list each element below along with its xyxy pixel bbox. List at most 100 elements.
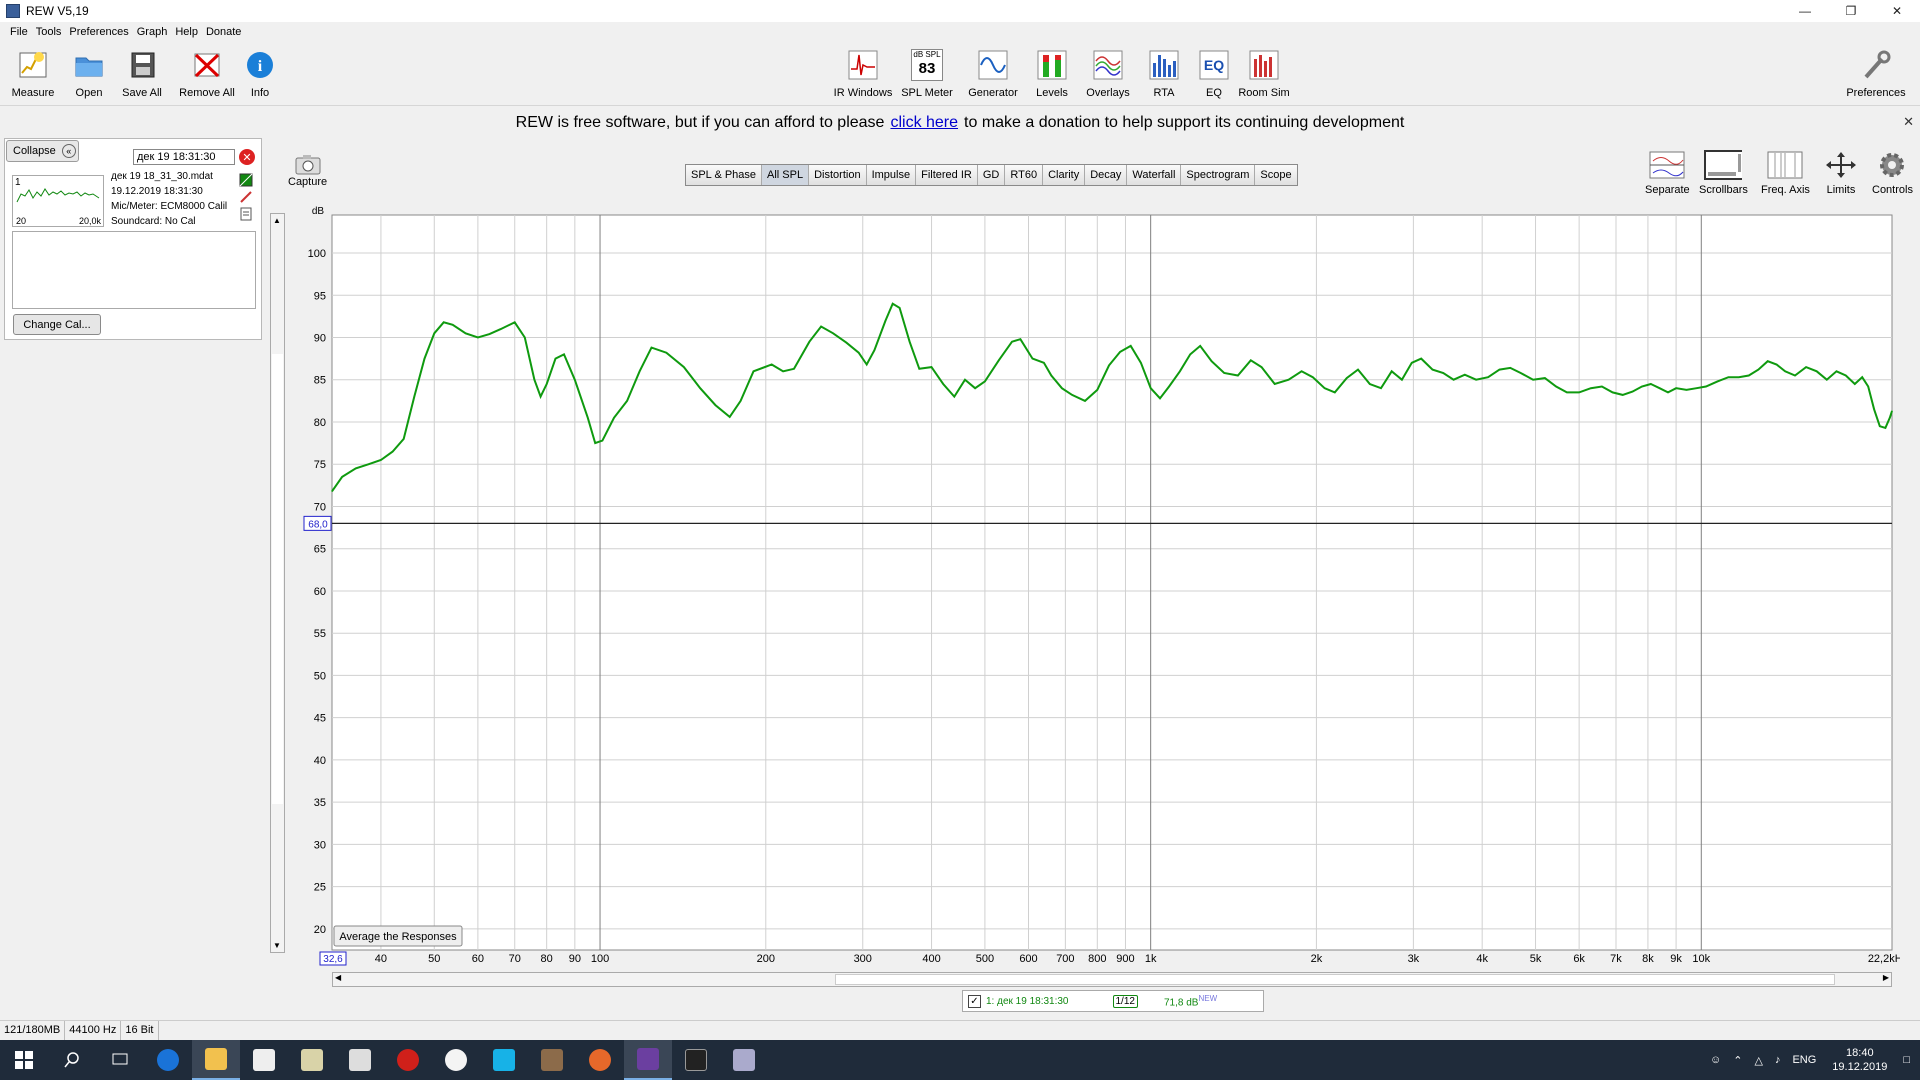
scroll-right-icon[interactable]: ▶ — [1883, 973, 1889, 982]
tool-app-icon[interactable] — [720, 1040, 768, 1080]
controls-button[interactable]: Controls — [1872, 150, 1913, 196]
menu-preferences[interactable]: Preferences — [65, 24, 132, 44]
tab-spectrogram[interactable]: Spectrogram — [1181, 165, 1256, 185]
spl-data-point — [1685, 389, 1688, 391]
scrollbars-button[interactable]: Scrollbars — [1699, 150, 1748, 196]
people-icon[interactable]: ☺ — [1704, 1054, 1727, 1066]
tab-decay[interactable]: Decay — [1085, 165, 1128, 185]
room-sim-button[interactable]: Room Sim — [1231, 48, 1297, 99]
spl-data-point — [477, 336, 479, 339]
tab-rt60[interactable]: RT60 — [1005, 165, 1044, 185]
measurement-notes-area[interactable] — [12, 231, 256, 309]
spl-data-point — [594, 442, 596, 444]
volume-icon[interactable]: ♪ — [1769, 1054, 1787, 1066]
horizontal-scroll-thumb[interactable] — [835, 974, 1835, 985]
remove-measurement-icon[interactable]: ✕ — [239, 149, 255, 165]
measurement-thumbnail[interactable]: 1 20 20,0k — [12, 175, 104, 227]
spl-data-point — [587, 417, 589, 419]
spl-meter-button[interactable]: dB SPL 83 SPL Meter — [894, 48, 960, 99]
media-player-icon[interactable] — [576, 1040, 624, 1080]
trace-visible-checkbox[interactable]: ✓ — [968, 994, 981, 1008]
color-swatch-icon[interactable] — [239, 173, 253, 187]
store-icon[interactable] — [240, 1040, 288, 1080]
pen-icon[interactable] — [239, 190, 253, 204]
reference-level-label: 68,0 — [308, 519, 328, 530]
spl-data-point — [1659, 387, 1661, 389]
measurement-date: 19.12.2019 18:31:30 — [111, 186, 203, 197]
menu-file[interactable]: File — [6, 24, 32, 44]
tab-distortion[interactable]: Distortion — [809, 165, 867, 185]
itunes-icon[interactable] — [432, 1040, 480, 1080]
tab-gd[interactable]: GD — [977, 165, 1006, 185]
measurement-info: дек 19 18_31_30.mdat 19.12.2019 18:31:30… — [111, 169, 227, 229]
tab-waterfall[interactable]: Waterfall — [1127, 165, 1182, 185]
levels-icon — [1035, 48, 1069, 82]
opera-icon[interactable] — [384, 1040, 432, 1080]
id-app-icon[interactable] — [672, 1040, 720, 1080]
svg-text:i: i — [258, 58, 263, 75]
kodi-icon[interactable] — [480, 1040, 528, 1080]
banner-close-icon[interactable]: ✕ — [1903, 114, 1914, 130]
generator-button[interactable]: Generator — [960, 48, 1026, 99]
info-button[interactable]: i Info — [227, 48, 293, 99]
spl-graph[interactable]: 20 25 30 35 40 45 50 55 60 65 70 75 80 85 90 95 100 dB 40 5… — [270, 205, 1900, 975]
menu-donate[interactable]: Donate — [202, 24, 245, 44]
measurement-name-field[interactable]: дек 19 18:31:30 — [133, 149, 235, 165]
tray-chevron-up-icon[interactable]: ⌃ — [1727, 1054, 1748, 1067]
donate-link[interactable]: click here — [890, 114, 958, 132]
spl-data-point — [1324, 387, 1326, 389]
spl-data-point — [1431, 369, 1434, 371]
spl-data-point — [866, 363, 868, 366]
clock[interactable]: 18:40 19.12.2019 — [1822, 1046, 1897, 1074]
audio-app-icon[interactable] — [528, 1040, 576, 1080]
notepad-icon[interactable] — [288, 1040, 336, 1080]
tab-filtered-ir[interactable]: Filtered IR — [916, 165, 978, 185]
x-tick-label: 900 — [1116, 953, 1134, 965]
ir-windows-button[interactable]: IR Windows — [830, 48, 896, 99]
x-tick-label: 90 — [569, 953, 581, 965]
spl-data-point — [1401, 379, 1403, 381]
tab-clarity[interactable]: Clarity — [1043, 165, 1086, 185]
file-explorer-icon[interactable] — [192, 1040, 240, 1080]
language-indicator[interactable]: ENG — [1786, 1054, 1822, 1066]
rew-taskbar-icon[interactable] — [624, 1040, 672, 1080]
change-cal-button[interactable]: Change Cal... — [13, 314, 101, 335]
mail-icon[interactable] — [336, 1040, 384, 1080]
notes-icon[interactable] — [239, 207, 253, 221]
menu-graph[interactable]: Graph — [133, 24, 172, 44]
notifications-icon[interactable]: □ — [1897, 1054, 1920, 1066]
separate-button[interactable]: Separate — [1645, 150, 1690, 196]
close-icon[interactable]: ✕ — [1874, 0, 1920, 22]
collapse-button[interactable]: Collapse « — [6, 140, 79, 162]
menu-help[interactable]: Help — [171, 24, 202, 44]
preferences-button[interactable]: Preferences — [1843, 48, 1909, 99]
tab-spl-phase[interactable]: SPL & Phase — [686, 165, 763, 185]
measurement-mic: Mic/Meter: ECM8000 Calil — [111, 201, 228, 212]
spl-data-point — [974, 387, 976, 389]
search-icon[interactable] — [48, 1040, 96, 1080]
limits-button[interactable]: Limits — [1822, 150, 1860, 196]
tab-all-spl[interactable]: All SPL — [762, 165, 810, 185]
tab-scope[interactable]: Scope — [1255, 165, 1297, 185]
average-responses-button[interactable]: Average the Responses — [333, 925, 463, 947]
scroll-left-icon[interactable]: ◀ — [335, 973, 341, 982]
minimize-icon[interactable]: — — [1782, 0, 1828, 22]
capture-button[interactable]: Capture — [288, 152, 327, 188]
start-button[interactable] — [0, 1040, 48, 1080]
spl-data-point — [1150, 387, 1152, 389]
scrollbars-label: Scrollbars — [1699, 184, 1748, 196]
edge-icon[interactable] — [144, 1040, 192, 1080]
horizontal-scrollbar[interactable]: ◀ ▶ — [332, 972, 1892, 987]
x-tick-label: 700 — [1056, 953, 1074, 965]
network-icon[interactable]: △ — [1748, 1054, 1768, 1067]
x-tick-label: 7k — [1610, 953, 1622, 965]
restore-icon[interactable]: ❐ — [1828, 0, 1874, 22]
task-view-icon[interactable] — [96, 1040, 144, 1080]
menu-tools[interactable]: Tools — [32, 24, 66, 44]
tab-impulse[interactable]: Impulse — [866, 165, 917, 185]
menu-bar: File Tools Preferences Graph Help Donate — [0, 24, 245, 44]
spl-data-point — [380, 459, 382, 461]
save-all-button[interactable]: Save All — [109, 48, 175, 99]
smoothing-indicator[interactable]: 1/12 — [1112, 994, 1138, 1008]
freq-axis-button[interactable]: Freq. Axis — [1761, 150, 1810, 196]
